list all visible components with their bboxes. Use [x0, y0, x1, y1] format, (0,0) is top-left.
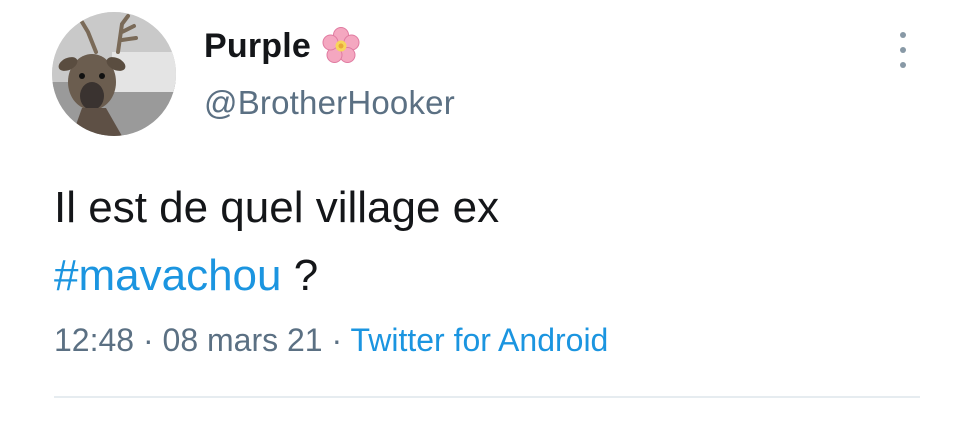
more-vertical-icon: [900, 47, 906, 53]
tweet-meta: 12:48 · 08 mars 21 · Twitter for Android: [54, 322, 608, 359]
author-name-row[interactable]: Purple: [204, 24, 361, 68]
meta-separator: ·: [134, 322, 163, 358]
hashtag-link[interactable]: #mavachou: [54, 251, 281, 300]
tweet-text-line2: #mavachou ?: [54, 242, 914, 310]
meta-separator: ·: [322, 322, 351, 358]
deer-avatar-icon: [52, 12, 176, 136]
tweet-text: Il est de quel village ex #mavachou ?: [54, 174, 914, 310]
author-handle[interactable]: @BrotherHooker: [204, 84, 455, 122]
tweet-source-link[interactable]: Twitter for Android: [350, 322, 608, 358]
tweet: Purple @BrotherHooker Il est de quel vil…: [0, 0, 956, 427]
avatar[interactable]: [52, 12, 176, 136]
tweet-text-suffix: ?: [281, 251, 319, 300]
more-vertical-icon: [900, 32, 906, 38]
divider: [54, 396, 920, 398]
cherry-blossom-icon: [322, 27, 360, 63]
tweet-time[interactable]: 12:48: [54, 322, 134, 358]
more-options-button[interactable]: [892, 32, 914, 68]
tweet-text-line1: Il est de quel village ex: [54, 183, 500, 232]
display-name[interactable]: Purple: [204, 27, 311, 66]
more-vertical-icon: [900, 62, 906, 68]
tweet-date[interactable]: 08 mars 21: [163, 322, 323, 358]
